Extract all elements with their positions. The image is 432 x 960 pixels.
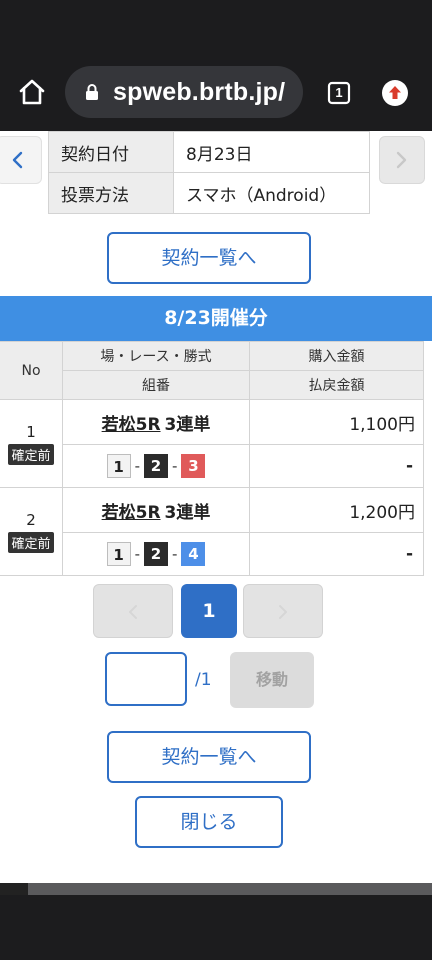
address-bar[interactable]: spweb.brtb.jp/ [65,66,303,118]
prev-contract-button[interactable] [0,136,42,184]
bets-table: No 場・レース・勝式 購入金額 組番 払戻金額 1 確定前 若松5R 3連単 1… [0,341,424,576]
boat-number: 2 [144,454,168,478]
table-row: 1-2-4 - [0,532,424,576]
page-number-input[interactable] [105,652,187,706]
browser-toolbar: spweb.brtb.jp/ 1 [0,0,432,131]
vote-method-row: 投票方法 スマホ（Android） [48,172,370,214]
page-total: /1 [195,670,212,690]
status-badge: 確定前 [8,443,54,465]
combo-separator: - [134,545,140,563]
row-no-cell: 1 確定前 [0,399,63,488]
table-row: 1 確定前 若松5R 3連単 1,100円 [0,399,424,488]
web-content: 契約日付 8月23日 投票方法 スマホ（Android） 契約一覧へ 8/23開… [0,131,432,883]
race-cell: 若松5R 3連単 [62,487,250,533]
combo-separator: - [172,545,178,563]
boat-number: 1 [106,542,131,566]
pager-current-page[interactable]: 1 [181,584,237,638]
chevron-right-icon [396,151,407,169]
tab-count: 1 [335,85,343,100]
header-refund: 払戻金額 [249,370,424,400]
refund-amount: - [249,532,424,576]
table-row: 2 確定前 若松5R 3連単 1,200円 [0,487,424,576]
pager-next-button[interactable] [243,584,323,638]
url-text: spweb.brtb.jp/ [113,78,286,106]
scroll-thumb[interactable] [28,883,432,895]
header-combo: 組番 [62,370,250,400]
next-contract-button[interactable] [379,136,425,184]
contract-date-value: 8月23日 [173,131,370,173]
header-race: 場・レース・勝式 [62,341,250,371]
contract-list-button-bottom[interactable]: 契約一覧へ [107,731,311,783]
row-number: 1 [26,422,36,441]
status-badge: 確定前 [8,531,54,553]
chevron-right-icon [279,605,287,619]
pager-prev-button[interactable] [93,584,173,638]
move-button[interactable]: 移動 [230,652,314,708]
purchase-amount: 1,100円 [249,399,424,445]
boat-number: 2 [144,542,168,566]
bet-type: 3連単 [164,414,211,435]
section-title: 8/23開催分 [0,296,432,341]
chevron-left-icon [12,151,23,169]
contract-info-table: 契約日付 8月23日 投票方法 スマホ（Android） [48,131,370,214]
header-purchase: 購入金額 [249,341,424,371]
row-no-cell: 2 確定前 [0,487,63,576]
table-header-row: No 場・レース・勝式 購入金額 [0,341,424,400]
purchase-amount: 1,200円 [249,487,424,533]
vote-method-label: 投票方法 [48,172,174,214]
update-icon[interactable] [381,79,409,107]
scroll-track [0,883,28,895]
race-link[interactable]: 若松5R [102,503,161,523]
combo-separator: - [134,457,140,475]
header-no: No [0,341,63,400]
combo-cell: 1-2-3 [62,444,250,488]
table-header-row: 組番 払戻金額 [0,370,424,400]
boat-number: 4 [181,542,206,566]
race-cell: 若松5R 3連単 [62,399,250,445]
contract-date-row: 契約日付 8月23日 [48,131,370,173]
home-icon[interactable] [17,77,47,107]
race-link[interactable]: 若松5R [102,415,161,435]
combo-cell: 1-2-4 [62,532,250,576]
refund-amount: - [249,444,424,488]
bet-type: 3連単 [164,502,211,523]
combo-separator: - [172,457,178,475]
row-number: 2 [26,510,36,529]
chevron-left-icon [129,605,137,619]
vote-method-value: スマホ（Android） [173,172,370,214]
boat-number: 3 [181,454,206,478]
table-row: 1-2-3 - [0,444,424,488]
boat-number: 1 [106,454,131,478]
close-button[interactable]: 閉じる [135,796,283,848]
lock-icon [86,84,98,100]
contract-list-button[interactable]: 契約一覧へ [107,232,311,284]
contract-date-label: 契約日付 [48,131,174,173]
